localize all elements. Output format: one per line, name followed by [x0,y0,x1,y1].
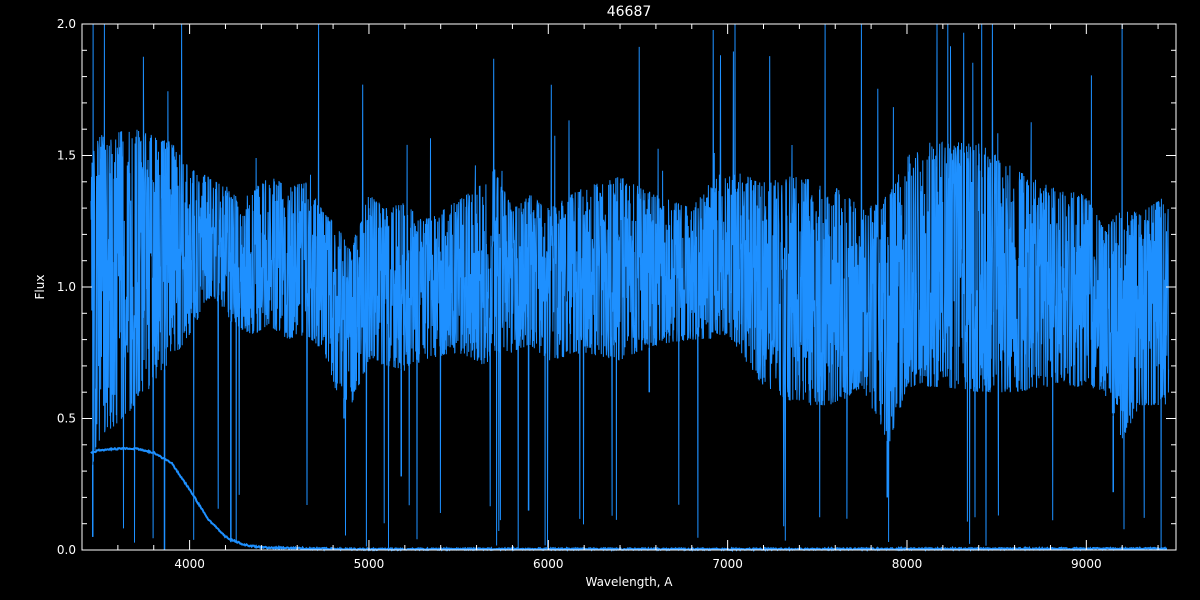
x-tick-label: 7000 [712,557,743,571]
y-tick-label: 1.0 [57,280,76,294]
x-axis-label: Wavelength, A [585,575,673,589]
spectrum-series-flux-continuum [90,446,1168,553]
y-tick-label: 2.0 [57,17,76,31]
y-axis-label: Flux [33,275,47,300]
y-tick-label: 1.5 [57,149,76,163]
spectrum-series-normalized [90,23,1170,551]
x-tick-label: 5000 [354,557,385,571]
plot-traces [90,23,1170,553]
x-tick-label: 8000 [892,557,923,571]
chart-title: 46687 [607,4,652,20]
x-tick-label: 6000 [533,557,564,571]
x-tick-label: 9000 [1071,557,1102,571]
y-tick-label: 0.0 [57,543,76,557]
x-tick-label: 4000 [174,557,205,571]
spectrum-chart: 46687 4000 5000 6000 7000 8000 9000 0.0 0.5 1.0… [33,4,1177,589]
y-tick-label: 0.5 [57,412,76,426]
